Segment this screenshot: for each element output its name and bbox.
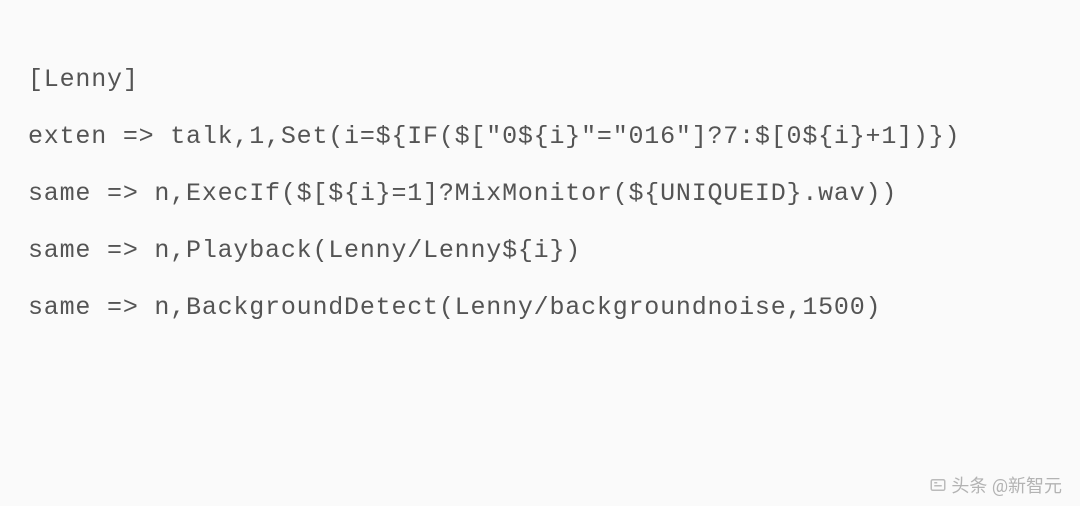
code-line: same => n,Playback(Lenny/Lenny${i}) (28, 236, 581, 265)
code-block: [Lenny] exten => talk,1,Set(i=${IF($["0$… (0, 25, 1080, 506)
code-line: exten => talk,1,Set(i=${IF($["0${i}"="01… (28, 122, 960, 151)
watermark: 头条 @新智元 (929, 476, 1062, 498)
code-line: same => n,ExecIf($[${i}=1]?MixMonitor(${… (28, 179, 897, 208)
watermark-text: 头条 @新智元 (951, 478, 1062, 496)
code-line: [Lenny] (28, 65, 139, 94)
watermark-icon (929, 476, 947, 498)
code-line: same => n,BackgroundDetect(Lenny/backgro… (28, 293, 881, 322)
